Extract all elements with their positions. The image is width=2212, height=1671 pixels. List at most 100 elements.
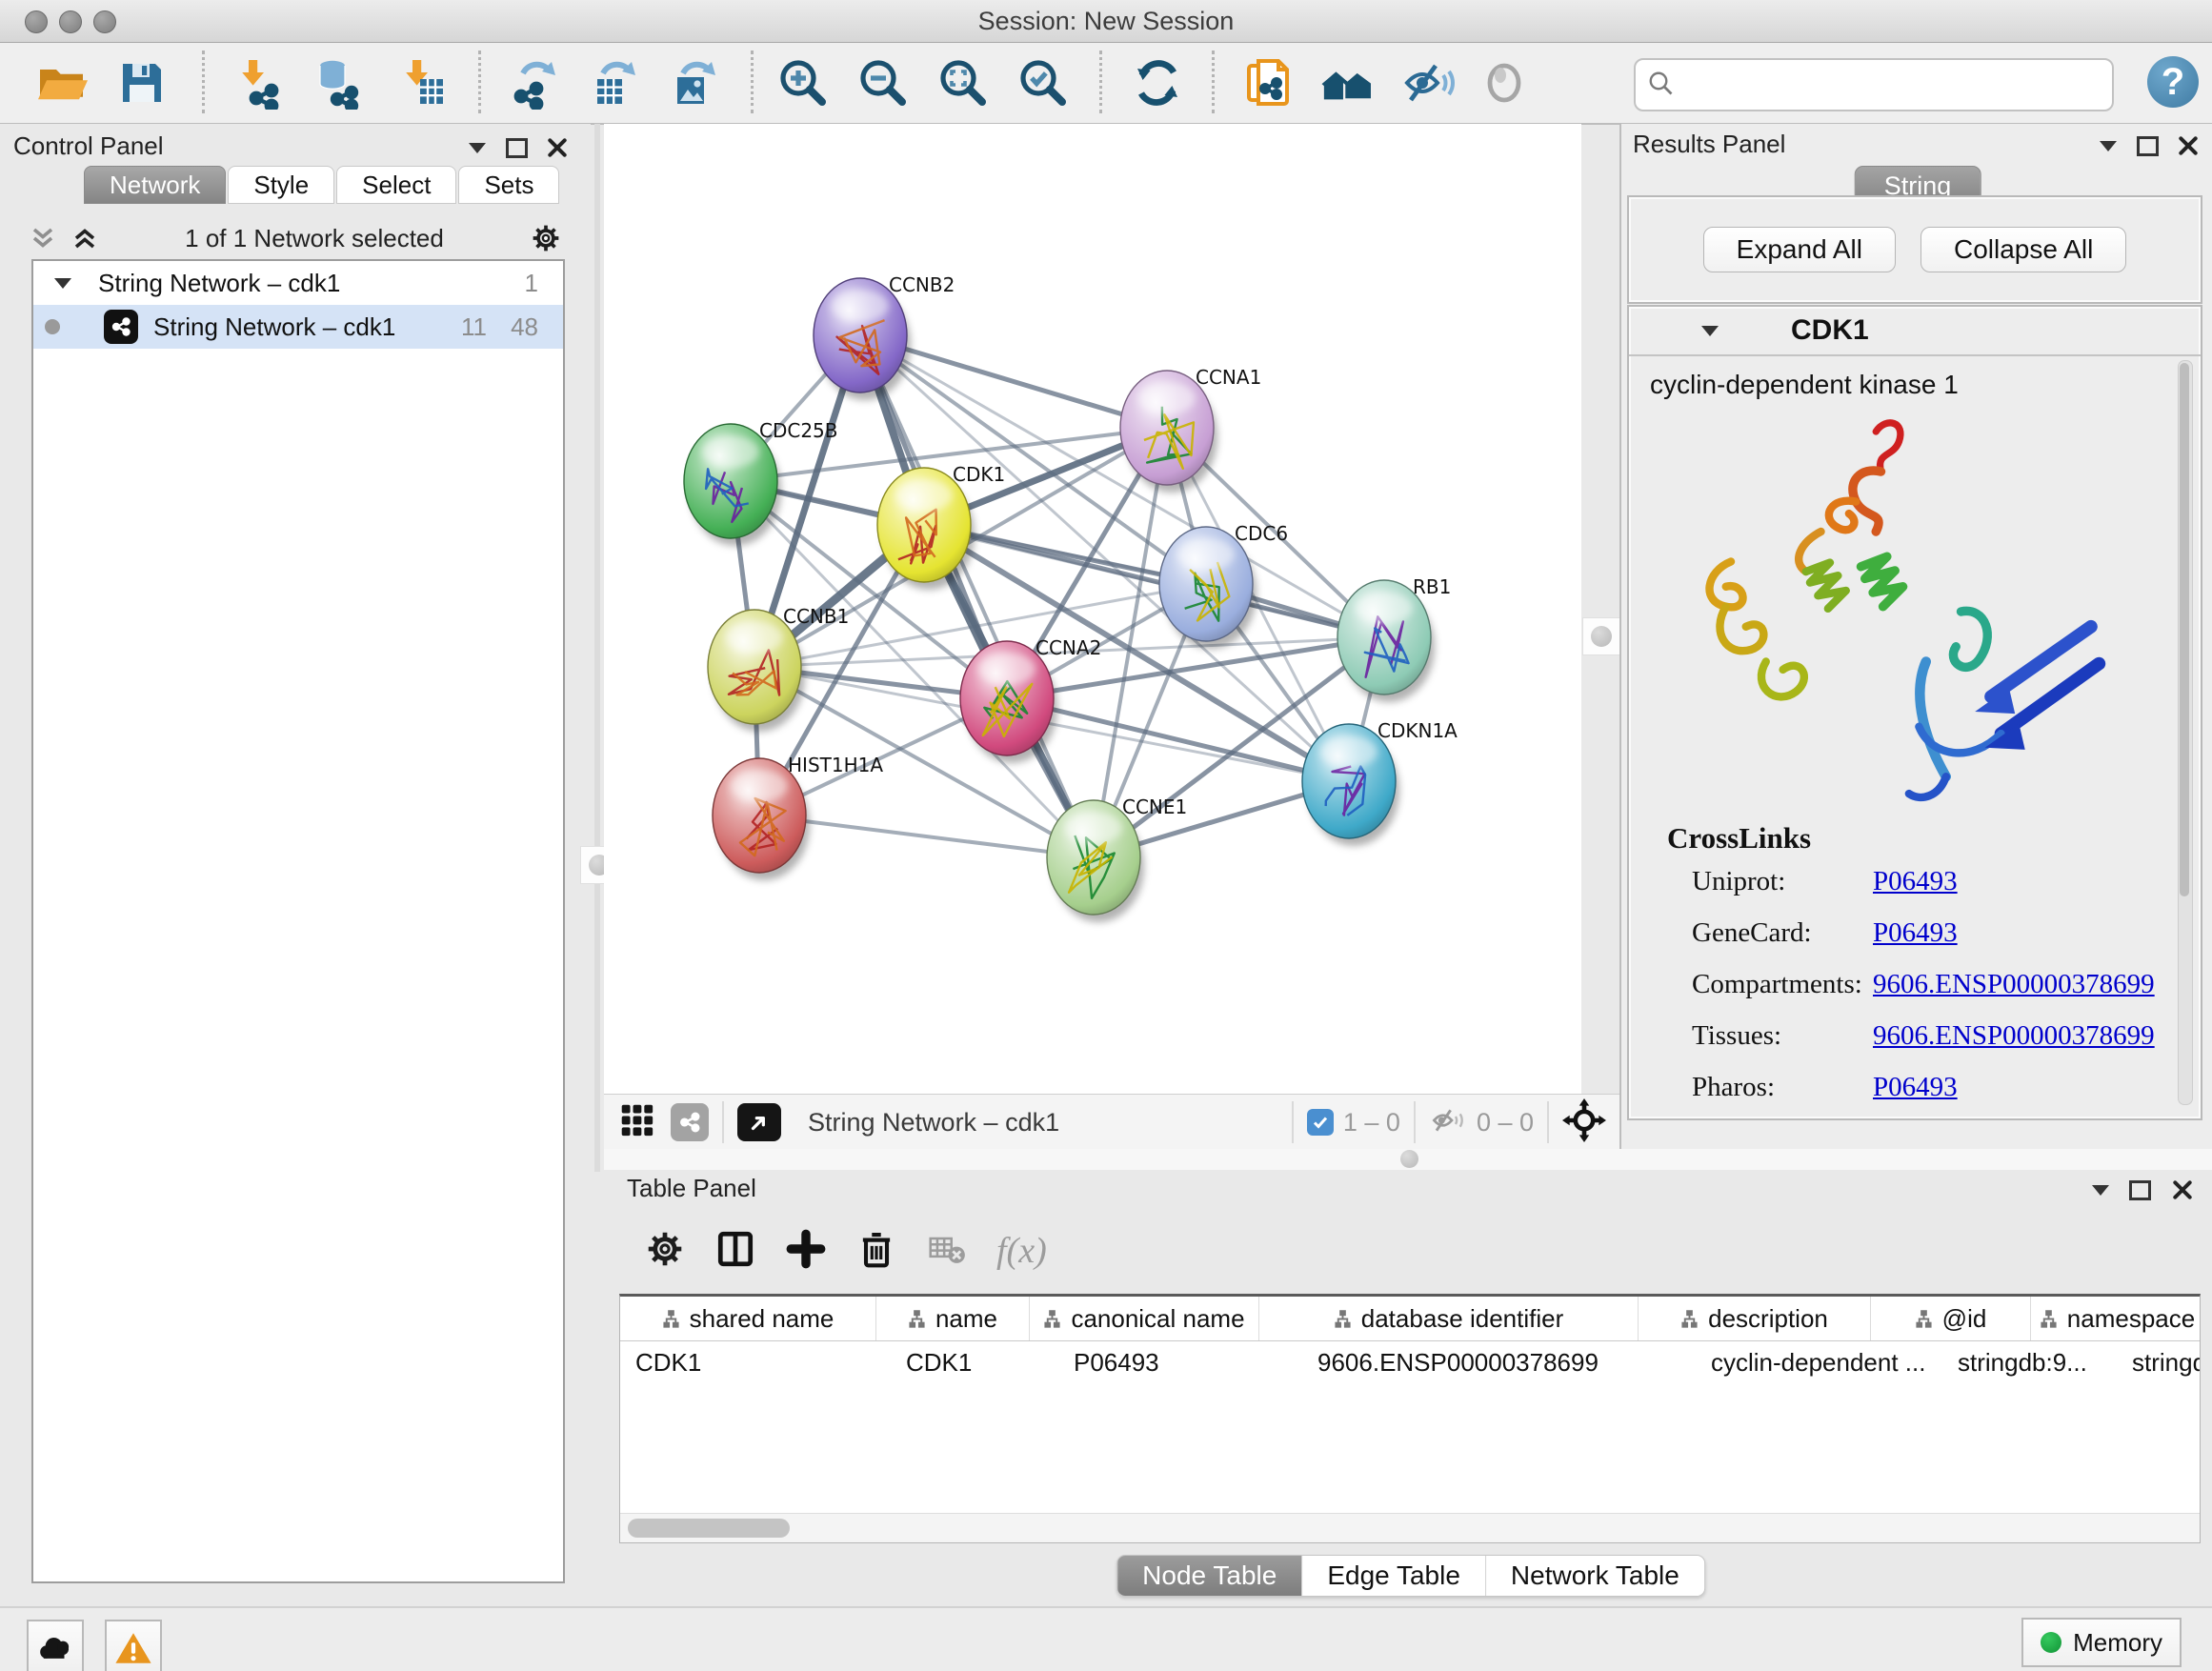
expand-all-icon[interactable]	[70, 224, 99, 252]
horizontal-splitter-handle[interactable]	[1400, 1150, 1418, 1168]
zoom-out-icon[interactable]	[855, 54, 911, 111]
network-edge[interactable]	[924, 525, 1384, 637]
column-header-description[interactable]: description	[1639, 1297, 1871, 1340]
network-node-CCNA2[interactable]: CCNA2	[960, 636, 1101, 763]
table-row[interactable]: CDK1CDK1P064939606.ENSP00000378699cyclin…	[620, 1341, 2200, 1383]
zoom-selected-icon[interactable]	[1016, 54, 1071, 111]
save-session-icon[interactable]	[114, 54, 170, 111]
network-node-CCNE1[interactable]: CCNE1	[1047, 795, 1187, 922]
left-splitter[interactable]	[594, 124, 600, 1172]
network-edge[interactable]	[860, 335, 1094, 857]
hidden-eye-slash-icon[interactable]	[1429, 1104, 1467, 1141]
table-cell[interactable]: stringdb	[2117, 1341, 2201, 1383]
warning-icon[interactable]	[105, 1620, 162, 1671]
column-header-canonical-name[interactable]: canonical name	[1030, 1297, 1259, 1340]
memory-button[interactable]: Memory	[2021, 1618, 2182, 1667]
table-cell[interactable]: P06493	[1058, 1341, 1302, 1383]
network-canvas[interactable]: CCNB2CCNA1CDC25BCDK1CDC6RB1CCNB1CCNA2CDK…	[604, 124, 1581, 1094]
network-node-CDC6[interactable]: CDC6	[1159, 522, 1288, 649]
network-node-CDKN1A[interactable]: CDKN1A	[1302, 719, 1458, 846]
collapse-all-icon[interactable]	[29, 224, 57, 252]
network-options-gear-icon[interactable]	[530, 222, 562, 254]
table-cell[interactable]: cyclin-dependent ...	[1696, 1341, 1942, 1383]
network-node-RB1[interactable]: RB1	[1337, 575, 1451, 702]
table-cell[interactable]: CDK1	[891, 1341, 1058, 1383]
table-hscrollbar-thumb[interactable]	[628, 1519, 790, 1538]
network-node-CDK1[interactable]: CDK1	[877, 463, 1005, 590]
float-panel-icon[interactable]	[506, 138, 528, 158]
help-icon[interactable]: ?	[2147, 56, 2199, 108]
open-session-icon[interactable]	[34, 54, 90, 111]
results-scrollbar-thumb[interactable]	[2180, 363, 2189, 896]
network-node-HIST1H1A[interactable]: HIST1H1A	[713, 754, 883, 880]
tab-network-table[interactable]: Network Table	[1486, 1556, 1704, 1596]
export-table-icon[interactable]	[587, 54, 642, 111]
refresh-icon[interactable]	[1130, 54, 1185, 111]
table-options-gear-icon[interactable]	[644, 1228, 686, 1275]
tab-node-table[interactable]: Node Table	[1117, 1556, 1302, 1596]
column-header-name[interactable]: name	[876, 1297, 1030, 1340]
network-node-CCNB1[interactable]: CCNB1	[708, 605, 849, 732]
open-in-window-icon[interactable]	[737, 1103, 781, 1141]
close-panel-icon[interactable]	[2178, 130, 2199, 162]
float-panel-icon[interactable]	[2129, 1180, 2151, 1200]
string-home-icon[interactable]	[1320, 54, 1376, 111]
network-collection-row[interactable]: String Network – cdk1 1	[33, 261, 563, 305]
import-database-icon[interactable]	[311, 54, 366, 111]
cloud-icon[interactable]	[27, 1620, 84, 1671]
selected-checkbox-icon[interactable]	[1307, 1109, 1334, 1136]
right-splitter-handle[interactable]	[1582, 617, 1620, 655]
network-node-CCNA1[interactable]: CCNA1	[1120, 366, 1261, 493]
network-type-share-icon[interactable]	[671, 1103, 709, 1141]
close-panel-icon[interactable]	[2172, 1174, 2193, 1206]
birds-eye-view-icon[interactable]	[1562, 1098, 1606, 1147]
show-eye-icon[interactable]	[1477, 54, 1532, 111]
delete-column-icon[interactable]	[855, 1228, 897, 1275]
crosslink-link[interactable]: P06493	[1873, 917, 1958, 949]
panel-menu-icon[interactable]	[469, 143, 486, 153]
table-hscrollbar[interactable]	[620, 1513, 2200, 1542]
crosslink-link[interactable]: P06493	[1873, 866, 1958, 897]
results-scrollbar[interactable]	[2178, 360, 2193, 1105]
tree-expander-icon[interactable]	[54, 278, 71, 289]
network-node-label: HIST1H1A	[788, 754, 883, 776]
close-panel-icon[interactable]	[547, 131, 568, 164]
tab-sets[interactable]: Sets	[458, 166, 559, 204]
show-columns-icon[interactable]	[714, 1228, 756, 1275]
zoom-in-icon[interactable]	[775, 54, 831, 111]
view-grid-icon[interactable]	[619, 1102, 655, 1143]
horizontal-splitter[interactable]	[604, 1149, 2212, 1170]
zoom-fit-icon[interactable]	[935, 54, 991, 111]
collapse-protein-icon[interactable]	[1701, 326, 1719, 336]
export-image-icon[interactable]	[667, 54, 722, 111]
table-cell[interactable]: stringdb:9...	[1942, 1341, 2117, 1383]
expand-all-button[interactable]: Expand All	[1703, 227, 1896, 272]
crosslink-link[interactable]: 9606.ENSP00000378699	[1873, 969, 2155, 1000]
tab-style[interactable]: Style	[228, 166, 334, 204]
crosslink-link[interactable]: P06493	[1873, 1072, 1958, 1103]
column-header-namespace[interactable]: namespace	[2031, 1297, 2201, 1340]
search-input[interactable]	[1685, 64, 2099, 104]
float-panel-icon[interactable]	[2137, 136, 2159, 156]
create-column-icon[interactable]	[785, 1228, 827, 1275]
panel-menu-icon[interactable]	[2100, 141, 2117, 151]
hide-glass-eye-icon[interactable]	[1400, 54, 1456, 111]
tab-select[interactable]: Select	[336, 166, 456, 204]
export-network-icon[interactable]	[507, 54, 562, 111]
crosslink-link[interactable]: 9606.ENSP00000378699	[1873, 1020, 2155, 1052]
column-header-label: canonical name	[1071, 1304, 1244, 1334]
table-cell[interactable]: CDK1	[620, 1341, 891, 1383]
column-header-shared-name[interactable]: shared name	[620, 1297, 876, 1340]
tab-network[interactable]: Network	[84, 166, 226, 204]
import-table-icon[interactable]	[394, 54, 450, 111]
column-header--id[interactable]: @id	[1871, 1297, 2031, 1340]
collapse-all-button[interactable]: Collapse All	[1920, 227, 2126, 272]
tab-edge-table[interactable]: Edge Table	[1302, 1556, 1486, 1596]
network-document-icon[interactable]	[1240, 54, 1296, 111]
network-row-selected[interactable]: String Network – cdk1 11 48	[33, 305, 563, 349]
panel-menu-icon[interactable]	[2092, 1185, 2109, 1196]
column-header-database-identifier[interactable]: database identifier	[1259, 1297, 1639, 1340]
table-cell[interactable]: 9606.ENSP00000378699	[1302, 1341, 1696, 1383]
import-network-icon[interactable]	[231, 54, 286, 111]
network-node-CCNB2[interactable]: CCNB2	[814, 273, 955, 400]
